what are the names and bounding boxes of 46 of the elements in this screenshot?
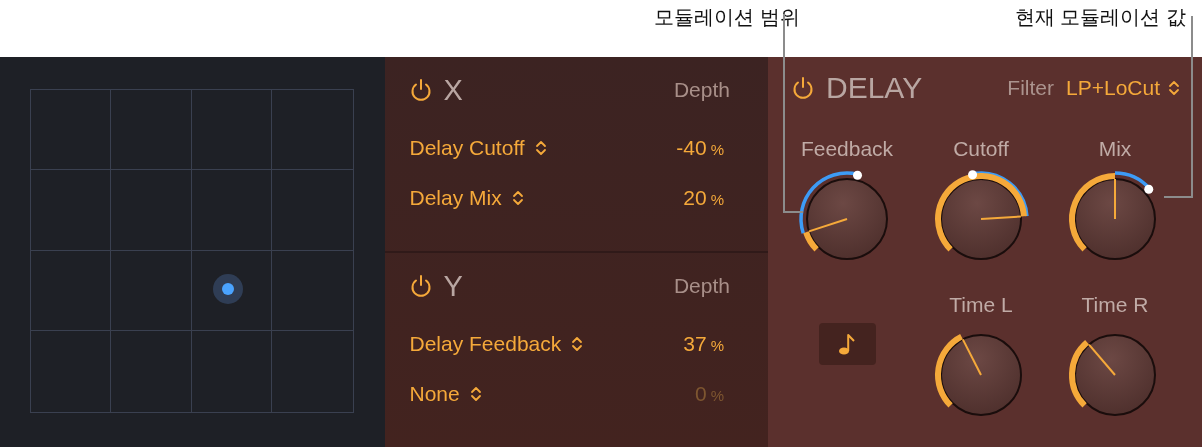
- knob-label: Cutoff: [953, 137, 1009, 162]
- chevron-icon: [469, 385, 482, 403]
- depth-value[interactable]: -40: [676, 136, 707, 160]
- unit-label: %: [710, 191, 724, 208]
- callout-label: 현재 모듈레이션 값: [1014, 5, 1186, 30]
- power-icon[interactable]: [409, 274, 432, 298]
- unit-label: %: [710, 387, 724, 404]
- knob-label: Time R: [1081, 293, 1149, 318]
- chevron-icon: [571, 335, 584, 353]
- depth-label: Depth: [673, 78, 730, 102]
- parameter-select[interactable]: None: [409, 382, 482, 406]
- modulation-handle[interactable]: [1144, 184, 1154, 194]
- note-sync-button[interactable]: [818, 323, 876, 365]
- knob[interactable]: [1074, 178, 1156, 260]
- knob[interactable]: [1074, 334, 1156, 416]
- unit-label: %: [710, 337, 724, 354]
- modulation-handle[interactable]: [968, 170, 978, 180]
- pad-puck[interactable]: [212, 274, 243, 305]
- music-note-icon: [838, 332, 856, 356]
- knob[interactable]: [940, 334, 1022, 416]
- axis-title: X: [443, 73, 463, 107]
- delay-title: DELAY: [826, 71, 923, 105]
- unit-label: %: [710, 141, 724, 158]
- knob-label: Feedback: [800, 137, 894, 162]
- depth-value[interactable]: 20: [683, 186, 707, 210]
- depth-label: Depth: [673, 274, 730, 298]
- chevron-icon: [1168, 79, 1180, 97]
- parameter-select[interactable]: Delay Cutoff: [409, 136, 547, 160]
- knob-label: Time L: [949, 293, 1013, 318]
- chevron-icon: [534, 139, 547, 157]
- depth-value[interactable]: 37: [683, 332, 707, 356]
- axis-title: Y: [443, 269, 463, 303]
- filter-select[interactable]: LP+LoCut: [1066, 76, 1180, 100]
- knob[interactable]: [806, 178, 888, 260]
- chevron-icon: [511, 189, 524, 207]
- parameter-select[interactable]: Delay Feedback: [409, 332, 584, 356]
- knob[interactable]: [940, 178, 1022, 260]
- power-icon[interactable]: [409, 78, 432, 102]
- modulation-handle[interactable]: [853, 170, 862, 180]
- callout-label: 모듈레이션 범위: [654, 5, 800, 30]
- value-arc: [1069, 340, 1090, 408]
- power-icon[interactable]: [792, 76, 814, 100]
- value-arc: [803, 231, 819, 252]
- parameter-select[interactable]: Delay Mix: [409, 186, 524, 210]
- knob-label: Mix: [1098, 137, 1132, 162]
- filter-label: Filter: [1007, 76, 1054, 100]
